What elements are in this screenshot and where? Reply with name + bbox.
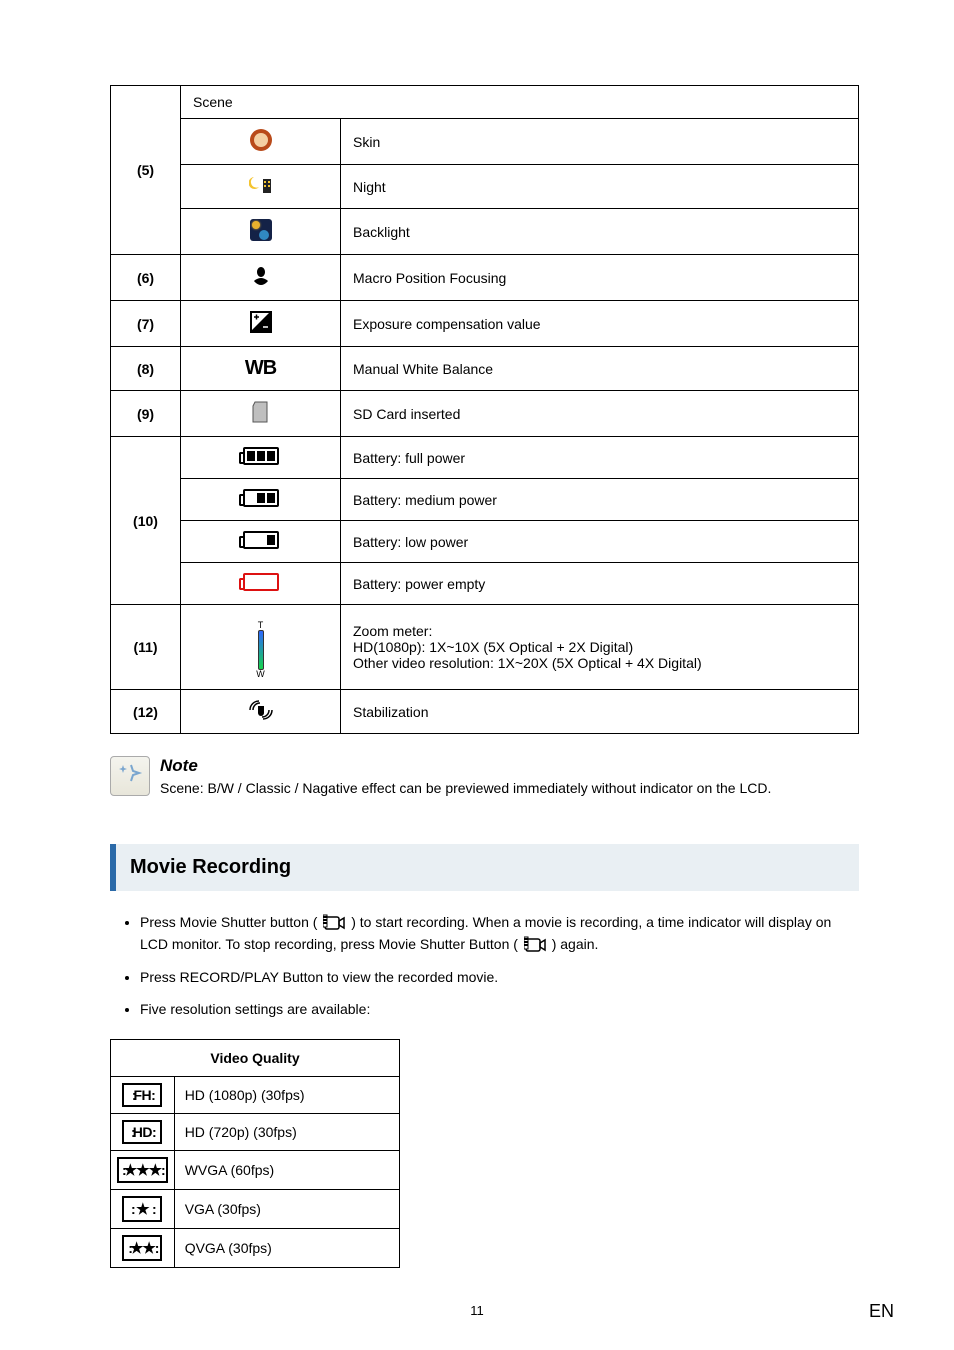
bullet-1a: Press Movie Shutter button (	[140, 914, 317, 930]
two-stars-badge-icon: :★★:	[122, 1235, 162, 1261]
macro-label: Macro Position Focusing	[341, 255, 859, 301]
battery-low-label: Battery: low power	[341, 521, 859, 563]
battery-medium-icon-cell	[181, 479, 341, 521]
battery-full-icon	[243, 447, 279, 465]
battery-empty-label: Battery: power empty	[341, 563, 859, 605]
quality-hd-icon-cell: :HD:	[111, 1113, 175, 1150]
scene-skin-label: Skin	[341, 119, 859, 165]
ev-label: Exposure compensation value	[341, 301, 859, 347]
zoom-desc: Zoom meter: HD(1080p): 1X~10X (5X Optica…	[341, 605, 859, 690]
quality-wvga-label: WVGA (60fps)	[174, 1150, 399, 1189]
quality-vga-icon-cell: : ★ :	[111, 1189, 175, 1228]
section-heading: Movie Recording	[110, 844, 859, 891]
battery-empty-icon-cell	[181, 563, 341, 605]
scene-skin-icon-cell	[181, 119, 341, 165]
indicators-table: (5) Scene Skin Night Backlight (6) Macro…	[110, 85, 859, 734]
scene-night-icon-cell	[181, 165, 341, 209]
zoom-line-3: Other video resolution: 1X~20X (5X Optic…	[353, 655, 846, 671]
quality-hd-label: HD (720p) (30fps)	[174, 1113, 399, 1150]
zoom-line-1: Zoom meter:	[353, 623, 846, 639]
battery-full-icon-cell	[181, 437, 341, 479]
page-language: EN	[869, 1301, 894, 1322]
movie-shutter-icon	[524, 935, 546, 953]
row-9-index: (9)	[111, 391, 181, 437]
note-text: Scene: B/W / Classic / Nagative effect c…	[160, 780, 771, 796]
quality-qvga-label: QVGA (30fps)	[174, 1228, 399, 1267]
row-12-index: (12)	[111, 690, 181, 734]
row-6-index: (6)	[111, 255, 181, 301]
stab-label: Stabilization	[341, 690, 859, 734]
bullet-2: Press RECORD/PLAY Button to view the rec…	[140, 966, 859, 988]
wb-icon-cell: WB	[181, 347, 341, 391]
bullet-1c: ) again.	[552, 936, 599, 952]
zoom-line-2: HD(1080p): 1X~10X (5X Optical + 2X Digit…	[353, 639, 846, 655]
face-icon	[250, 129, 272, 151]
note-block: Note Scene: B/W / Classic / Nagative eff…	[110, 756, 859, 796]
video-quality-table: Video Quality :FH: HD (1080p) (30fps) :H…	[110, 1039, 400, 1268]
movie-shutter-icon	[323, 913, 345, 931]
stabilization-icon	[248, 700, 274, 720]
exposure-icon	[250, 311, 272, 333]
quality-header: Video Quality	[111, 1039, 400, 1076]
quality-fh-icon-cell: :FH:	[111, 1076, 175, 1113]
row-11-index: (11)	[111, 605, 181, 690]
macro-icon-cell	[181, 255, 341, 301]
battery-full-label: Battery: full power	[341, 437, 859, 479]
row-10-index: (10)	[111, 437, 181, 605]
sd-label: SD Card inserted	[341, 391, 859, 437]
note-title: Note	[160, 756, 771, 776]
bullet-list: Press Movie Shutter button ( ) to start …	[130, 911, 859, 1021]
one-star-badge-icon: : ★ :	[122, 1196, 162, 1222]
moon-building-icon	[249, 175, 273, 195]
zoom-icon-cell: T W	[181, 605, 341, 690]
page-number: 11	[470, 1303, 484, 1318]
battery-low-icon-cell	[181, 521, 341, 563]
quality-wvga-icon-cell: :★★★:	[111, 1150, 175, 1189]
battery-medium-label: Battery: medium power	[341, 479, 859, 521]
backlight-icon	[250, 219, 272, 241]
scene-backlight-label: Backlight	[341, 209, 859, 255]
bullet-1: Press Movie Shutter button ( ) to start …	[140, 911, 859, 956]
bullet-3: Five resolution settings are available:	[140, 998, 859, 1020]
wb-label: Manual White Balance	[341, 347, 859, 391]
quality-fh-label: HD (1080p) (30fps)	[174, 1076, 399, 1113]
three-stars-badge-icon: :★★★:	[117, 1157, 168, 1183]
hd-badge-icon: :HD:	[122, 1120, 162, 1144]
scene-header: Scene	[181, 86, 859, 119]
sd-card-icon	[251, 401, 271, 423]
tulip-icon	[250, 265, 272, 287]
note-icon	[110, 756, 150, 796]
scene-backlight-icon-cell	[181, 209, 341, 255]
stab-icon-cell	[181, 690, 341, 734]
sd-icon-cell	[181, 391, 341, 437]
ev-icon-cell	[181, 301, 341, 347]
zoom-meter-icon: T W	[256, 621, 265, 679]
row-7-index: (7)	[111, 301, 181, 347]
quality-vga-label: VGA (30fps)	[174, 1189, 399, 1228]
quality-qvga-icon-cell: :★★:	[111, 1228, 175, 1267]
battery-low-icon	[243, 531, 279, 549]
row-5-index: (5)	[111, 86, 181, 255]
row-8-index: (8)	[111, 347, 181, 391]
battery-empty-icon	[243, 573, 279, 591]
scene-night-label: Night	[341, 165, 859, 209]
battery-medium-icon	[243, 489, 279, 507]
wb-icon: WB	[245, 357, 276, 380]
fh-badge-icon: :FH:	[122, 1083, 162, 1107]
